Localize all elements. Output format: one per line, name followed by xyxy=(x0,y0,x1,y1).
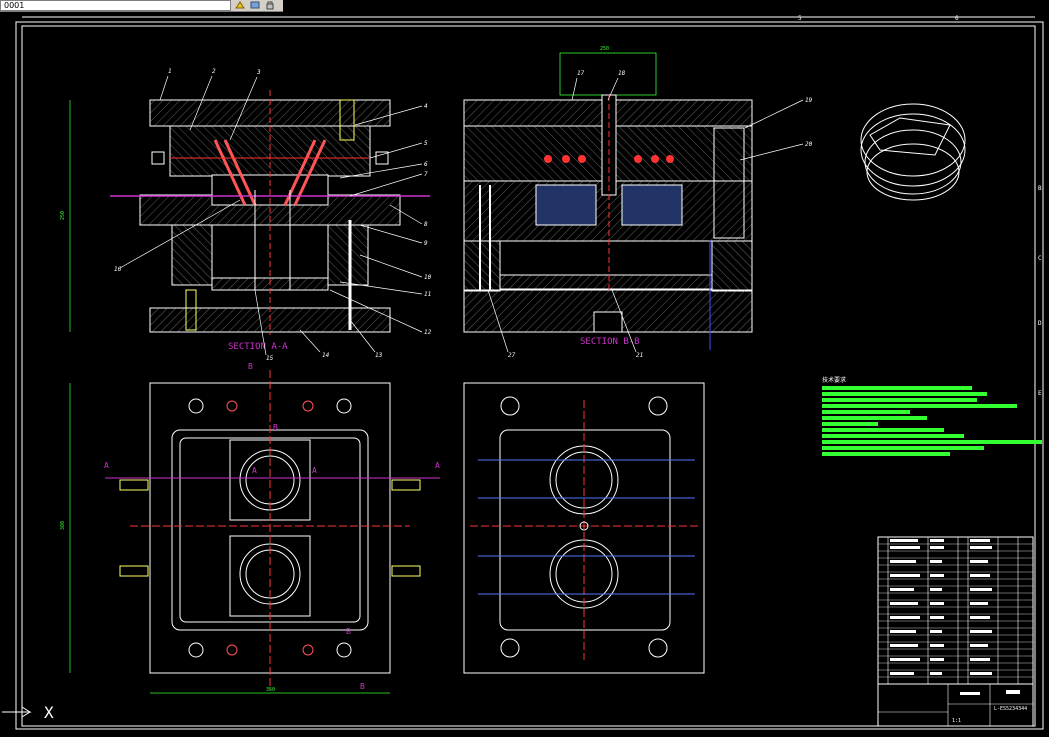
cut-letter-b-mid: B xyxy=(273,423,278,432)
callout-10: 10 xyxy=(424,274,432,281)
callout-6: 6 xyxy=(424,161,428,168)
cut-letter-b-low: B xyxy=(346,627,351,636)
parts-list-table[interactable] xyxy=(877,536,1034,685)
technical-notes: 技术要求 xyxy=(822,376,1042,456)
callout-19: 19 xyxy=(805,97,813,104)
callout-20: 20 xyxy=(805,141,813,148)
section-b-b-view[interactable] xyxy=(463,52,753,350)
cut-letter-b-top: B xyxy=(248,362,253,371)
section-a-a-view[interactable] xyxy=(69,90,430,335)
zone-label-d: D xyxy=(1038,320,1042,327)
zone-label-b: B xyxy=(1038,185,1042,192)
callout-15: 15 xyxy=(266,355,274,362)
ucs-icon: X xyxy=(2,703,54,722)
layer-state-icon[interactable] xyxy=(234,0,246,10)
callout-8: 8 xyxy=(424,221,428,228)
zone-label-e: E xyxy=(1038,390,1042,397)
ucs-x-label: X xyxy=(44,703,54,722)
top-zone-labels: 5 6 xyxy=(798,15,959,22)
callout-11: 11 xyxy=(424,291,431,298)
callout-12: 12 xyxy=(424,329,432,336)
cut-letter-a-right: A xyxy=(435,461,440,470)
callout-5: 5 xyxy=(424,140,428,147)
zone-label-6: 6 xyxy=(955,15,959,22)
plan-view-moving-half[interactable] xyxy=(463,382,705,674)
callout-7: 7 xyxy=(424,171,428,178)
layer-toolbar: 0001 xyxy=(0,0,283,12)
dimension-width-plan: 350 xyxy=(266,687,275,693)
section-titles: SECTION A-A SECTION B-B xyxy=(228,337,640,352)
callout-2: 2 xyxy=(212,68,216,75)
dimension-height-top: 250 xyxy=(60,211,66,220)
dimension-height-plan: 380 xyxy=(60,521,66,530)
drawing-number: L-ES5234344 xyxy=(994,706,1027,712)
layer-combobox[interactable]: 0001 xyxy=(0,0,231,11)
callout-17: 17 xyxy=(577,70,585,77)
callout-9: 9 xyxy=(424,240,428,247)
dimension-sprue: 250 xyxy=(600,46,609,52)
callout-27: 27 xyxy=(508,352,516,359)
callout-21: 21 xyxy=(636,352,643,359)
section-a-a-title: SECTION A-A xyxy=(228,342,288,352)
cut-letter-a-left: A xyxy=(104,461,109,470)
right-zone-labels: B C D E xyxy=(1038,185,1042,397)
cut-letter-b-bottom: B xyxy=(360,682,365,691)
callout-14: 14 xyxy=(322,352,330,359)
layer-freeze-icon[interactable] xyxy=(249,0,261,10)
notes-title: 技术要求 xyxy=(822,376,846,384)
callout-13: 13 xyxy=(375,352,383,359)
plan-view-fixed-half[interactable] xyxy=(69,370,440,694)
callout-1: 1 xyxy=(168,68,172,75)
zone-label-c: C xyxy=(1038,255,1042,262)
callout-16: 16 xyxy=(114,266,122,273)
cut-letter-a-mid-right: A xyxy=(312,466,317,475)
cut-letter-a-mid-left: A xyxy=(252,466,257,475)
title-block[interactable]: L-ES5234344 1:1 xyxy=(877,683,1034,727)
callout-18: 18 xyxy=(618,70,626,77)
cad-drawing-canvas[interactable]: 5 6 B C D E SECTION A-A SECTION B-B A A … xyxy=(0,12,1049,737)
zone-label-5: 5 xyxy=(798,15,802,22)
isometric-part-view[interactable] xyxy=(860,103,966,201)
callout-4: 4 xyxy=(424,103,428,110)
callout-3: 3 xyxy=(256,69,261,76)
drawing-scale: 1:1 xyxy=(952,718,961,724)
layer-lock-icon[interactable] xyxy=(264,0,276,10)
